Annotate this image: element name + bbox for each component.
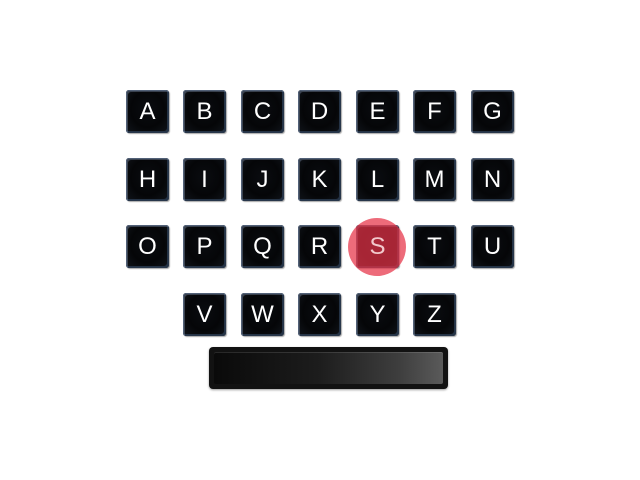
key-f[interactable]: F <box>413 90 456 133</box>
key-l[interactable]: L <box>356 158 399 201</box>
key-i[interactable]: I <box>183 158 226 201</box>
key-label: K <box>311 166 328 193</box>
key-label: R <box>310 233 329 260</box>
key-label: B <box>196 98 213 125</box>
key-x[interactable]: X <box>298 293 341 336</box>
key-label: Y <box>369 301 386 328</box>
key-c[interactable]: C <box>241 90 284 133</box>
key-a[interactable]: A <box>126 90 169 133</box>
key-m[interactable]: M <box>413 158 456 201</box>
key-label: G <box>483 98 502 125</box>
key-q[interactable]: Q <box>241 225 284 268</box>
key-z[interactable]: Z <box>413 293 456 336</box>
space-bar[interactable] <box>209 347 448 389</box>
key-h[interactable]: H <box>126 158 169 201</box>
key-label: A <box>139 98 156 125</box>
key-label: L <box>370 166 385 193</box>
key-label: O <box>138 233 157 260</box>
key-label: M <box>424 166 445 193</box>
key-label: X <box>311 301 328 328</box>
key-label: T <box>427 233 442 260</box>
key-b[interactable]: B <box>183 90 226 133</box>
key-label: J <box>256 166 269 193</box>
key-label: H <box>138 166 157 193</box>
key-label: V <box>196 301 213 328</box>
key-label: Z <box>427 301 442 328</box>
key-s[interactable]: S <box>356 225 399 268</box>
key-u[interactable]: U <box>471 225 514 268</box>
key-w[interactable]: W <box>241 293 284 336</box>
key-j[interactable]: J <box>241 158 284 201</box>
key-label: P <box>196 233 213 260</box>
on-screen-keyboard: A B C D E F G H I J K L M N O P Q R S T … <box>0 0 640 480</box>
key-k[interactable]: K <box>298 158 341 201</box>
key-label: I <box>201 166 208 193</box>
key-label: N <box>483 166 502 193</box>
key-label: F <box>427 98 442 125</box>
key-label: U <box>483 233 502 260</box>
key-p[interactable]: P <box>183 225 226 268</box>
key-o[interactable]: O <box>126 225 169 268</box>
key-label: E <box>369 98 386 125</box>
key-n[interactable]: N <box>471 158 514 201</box>
key-label: Q <box>253 233 272 260</box>
key-label: S <box>369 233 386 260</box>
key-g[interactable]: G <box>471 90 514 133</box>
key-label: D <box>310 98 329 125</box>
key-v[interactable]: V <box>183 293 226 336</box>
key-y[interactable]: Y <box>356 293 399 336</box>
space-bar-surface <box>214 352 443 384</box>
key-d[interactable]: D <box>298 90 341 133</box>
key-e[interactable]: E <box>356 90 399 133</box>
key-t[interactable]: T <box>413 225 456 268</box>
key-r[interactable]: R <box>298 225 341 268</box>
key-label: C <box>253 98 272 125</box>
key-label: W <box>251 301 274 328</box>
